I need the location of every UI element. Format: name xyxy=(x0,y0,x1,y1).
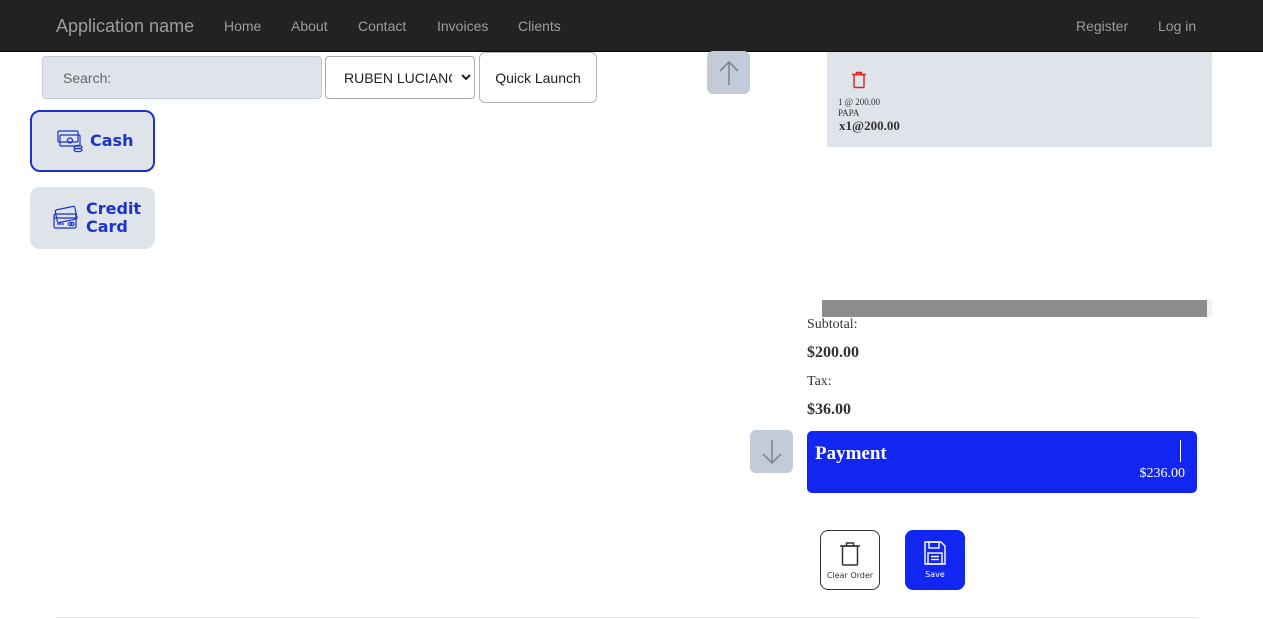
scroll-up-button[interactable] xyxy=(707,51,750,94)
order-scrollbar-thumb[interactable] xyxy=(822,300,1207,317)
scroll-down-button[interactable] xyxy=(750,430,793,473)
cash-label: Cash xyxy=(90,131,134,150)
payment-input-cursor xyxy=(1180,440,1181,462)
payment-amount: $236.00 xyxy=(1139,466,1186,481)
save-label: Save xyxy=(925,570,945,579)
nav-link-invoices[interactable]: Invoices xyxy=(437,18,488,34)
nav-link-contact[interactable]: Contact xyxy=(358,18,406,34)
client-select[interactable]: RUBEN LUCIANO xyxy=(325,56,475,99)
arrow-down-icon xyxy=(761,439,782,464)
credit-card-icon xyxy=(53,205,78,229)
clear-order-label: Clear Order xyxy=(826,571,874,580)
search-input[interactable] xyxy=(42,56,322,99)
app-brand-link[interactable]: Application name xyxy=(56,16,194,37)
tax-value: $36.00 xyxy=(807,401,851,418)
subtotal-label: Subtotal: xyxy=(807,317,858,332)
nav-link-register[interactable]: Register xyxy=(1076,18,1128,34)
save-button[interactable]: Save xyxy=(905,530,965,590)
trash-icon xyxy=(852,71,866,89)
delete-item-button[interactable] xyxy=(851,71,867,94)
payment-title: Payment xyxy=(815,443,887,464)
tax-label: Tax: xyxy=(807,374,832,389)
quick-launch-button[interactable]: Quick Launch xyxy=(479,52,597,103)
nav-link-clients[interactable]: Clients xyxy=(518,18,561,34)
credit-label-line1: Credit xyxy=(86,199,142,218)
arrow-up-icon xyxy=(718,60,739,85)
payment-button[interactable]: Payment $236.00 xyxy=(807,431,1197,493)
top-navbar: Application name Home About Contact Invo… xyxy=(0,0,1263,52)
clear-order-button[interactable]: Clear Order xyxy=(820,530,880,590)
nav-link-login[interactable]: Log in xyxy=(1158,18,1196,34)
trash-icon xyxy=(840,542,860,566)
footer-divider xyxy=(56,617,1197,618)
payment-method-credit-card[interactable]: Credit Card xyxy=(30,187,155,249)
cash-icon xyxy=(57,130,83,153)
item-name: PAPA xyxy=(838,108,860,118)
item-qty-price: 1 @ 200.00 xyxy=(838,97,881,107)
nav-link-about[interactable]: About xyxy=(291,18,328,34)
item-line-total: x1@200.00 xyxy=(839,118,900,133)
floppy-disk-icon xyxy=(924,541,946,565)
payment-method-cash[interactable]: Cash xyxy=(30,110,155,172)
credit-label-line2: Card xyxy=(86,217,128,236)
nav-link-home[interactable]: Home xyxy=(224,18,261,34)
subtotal-value: $200.00 xyxy=(807,344,859,361)
